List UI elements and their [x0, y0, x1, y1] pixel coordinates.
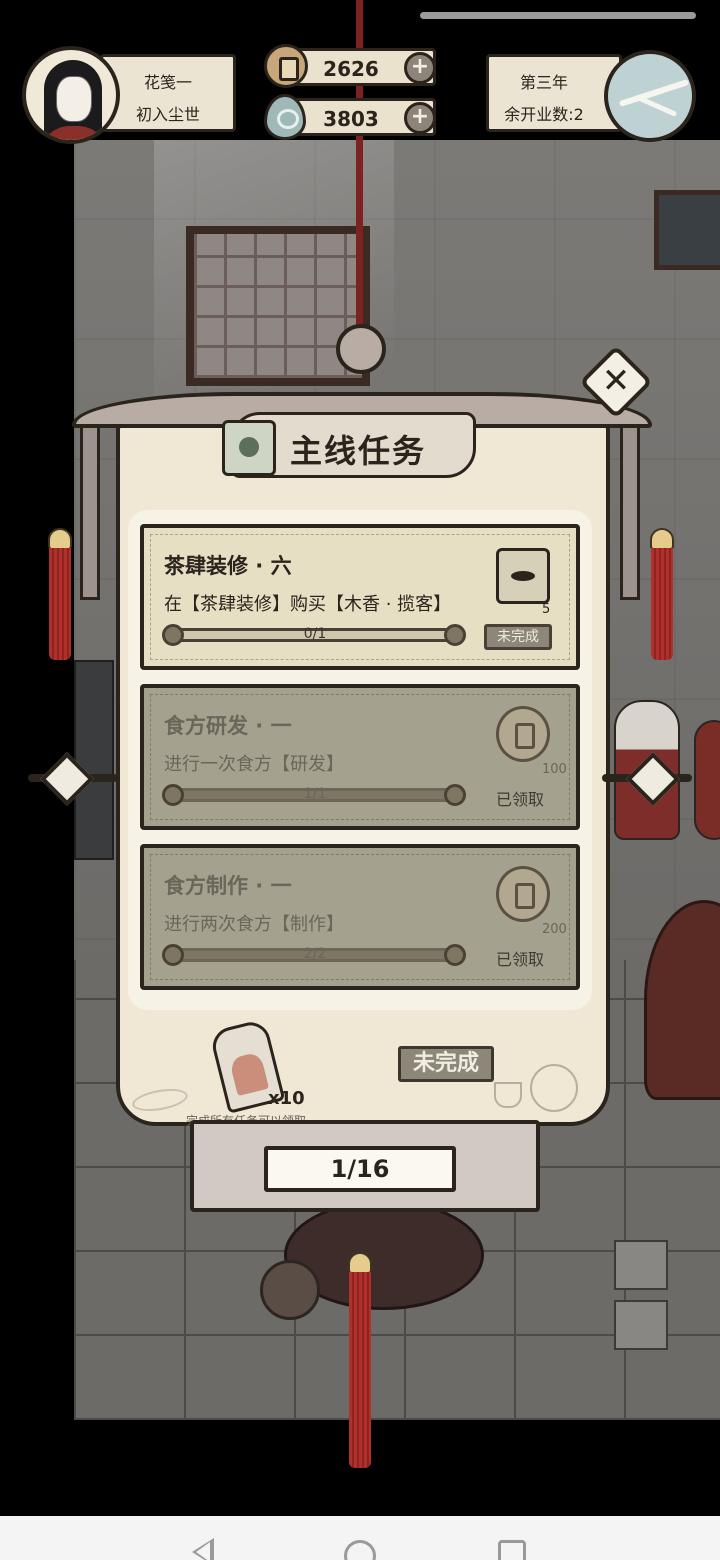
tassel-cap-left [48, 528, 72, 550]
quest-card[interactable]: 食方研发 · 一 进行一次食方【研发】 1/1 100 已领取 [140, 684, 580, 830]
quest-progress-text: 2/2 [303, 946, 327, 962]
panel-title: 主线任务 [290, 432, 427, 470]
quest-progress-text: 1/1 [303, 786, 327, 802]
quest-description: 在【茶肆装修】购买【木香 · 揽客】 [164, 594, 452, 615]
tassel-cap-right [650, 528, 674, 550]
stool [614, 1300, 668, 1350]
decor-book-icon [496, 548, 550, 604]
reward-count: 200 [542, 922, 567, 937]
winter-season-icon[interactable] [604, 50, 696, 142]
season-year: 第三年 [519, 73, 568, 92]
status-bar-indicator [420, 12, 696, 19]
quest-list[interactable]: 茶肆装修 · 六 在【茶肆装修】购买【木香 · 揽客】 0/1 5 未完成 食方… [128, 510, 592, 1010]
tassel-left [49, 548, 71, 660]
wall-painting [654, 190, 720, 270]
tassel-bottom [349, 1272, 371, 1468]
player-info-plate[interactable]: 花笺一 初入尘世 [100, 54, 236, 132]
player-name: 花笺一 [143, 73, 192, 92]
stool [614, 1240, 668, 1290]
page-indicator: 1/16 [264, 1146, 456, 1192]
avatar-face [56, 76, 92, 122]
quest-description: 进行两次食方【制作】 [164, 914, 344, 935]
quest-status-label: 已领取 [496, 950, 545, 969]
copper-coin-icon [496, 866, 550, 922]
scroll-icon [222, 420, 276, 476]
teapot-ornament-icon [530, 1064, 578, 1112]
quest-card[interactable]: 食方制作 · 一 进行两次食方【制作】 2/2 200 已领取 [140, 844, 580, 990]
wood-stump [260, 1260, 320, 1320]
back-icon[interactable] [192, 1538, 214, 1560]
roof-peak [336, 324, 386, 374]
arrow-right-icon [626, 752, 680, 806]
round-table [644, 900, 720, 1100]
teacup-ornament-icon [494, 1082, 522, 1108]
jade-drop-icon [264, 94, 306, 140]
quest-title: 食方研发 · 一 [164, 714, 292, 738]
quest-card[interactable]: 茶肆装修 · 六 在【茶肆装修】购买【木香 · 揽客】 0/1 5 未完成 [140, 524, 580, 670]
tassel-right [651, 548, 673, 660]
quest-title: 食方制作 · 一 [164, 874, 292, 898]
season-remaining: 余开业数:2 [504, 105, 584, 124]
arrow-left-icon [40, 752, 94, 806]
close-icon[interactable]: ✕ [592, 356, 640, 408]
add-coin-button[interactable]: + [404, 52, 436, 84]
quest-title: 茶肆装修 · 六 [164, 554, 292, 578]
next-page-arrow[interactable] [602, 752, 696, 806]
copper-coin-icon [264, 44, 308, 88]
prev-page-arrow[interactable] [24, 752, 118, 806]
jade-amount: 3803 [323, 107, 379, 131]
reward-count: 100 [542, 762, 567, 777]
quest-status-button[interactable]: 未完成 [484, 624, 552, 650]
tassel-cap-bottom [348, 1252, 372, 1274]
final-reward-status-button[interactable]: 未完成 [398, 1046, 494, 1082]
quest-description: 进行一次食方【研发】 [164, 754, 344, 775]
quest-status-label: 已领取 [496, 790, 545, 809]
npc-character-right[interactable] [694, 720, 720, 840]
player-avatar[interactable] [22, 46, 120, 144]
copper-coin-icon [496, 706, 550, 762]
player-title: 初入尘世 [135, 105, 200, 124]
coin-amount: 2626 [323, 57, 379, 81]
reward-count: 5 [542, 602, 551, 617]
home-icon[interactable] [344, 1540, 376, 1560]
system-nav-bar [0, 1516, 720, 1560]
final-reward-count: x10 [268, 1088, 305, 1109]
quest-progress-text: 0/1 [303, 626, 327, 642]
add-jade-button[interactable]: + [404, 102, 436, 134]
recents-icon[interactable] [498, 1540, 526, 1560]
season-plate[interactable]: 第三年 余开业数:2 [486, 54, 622, 132]
